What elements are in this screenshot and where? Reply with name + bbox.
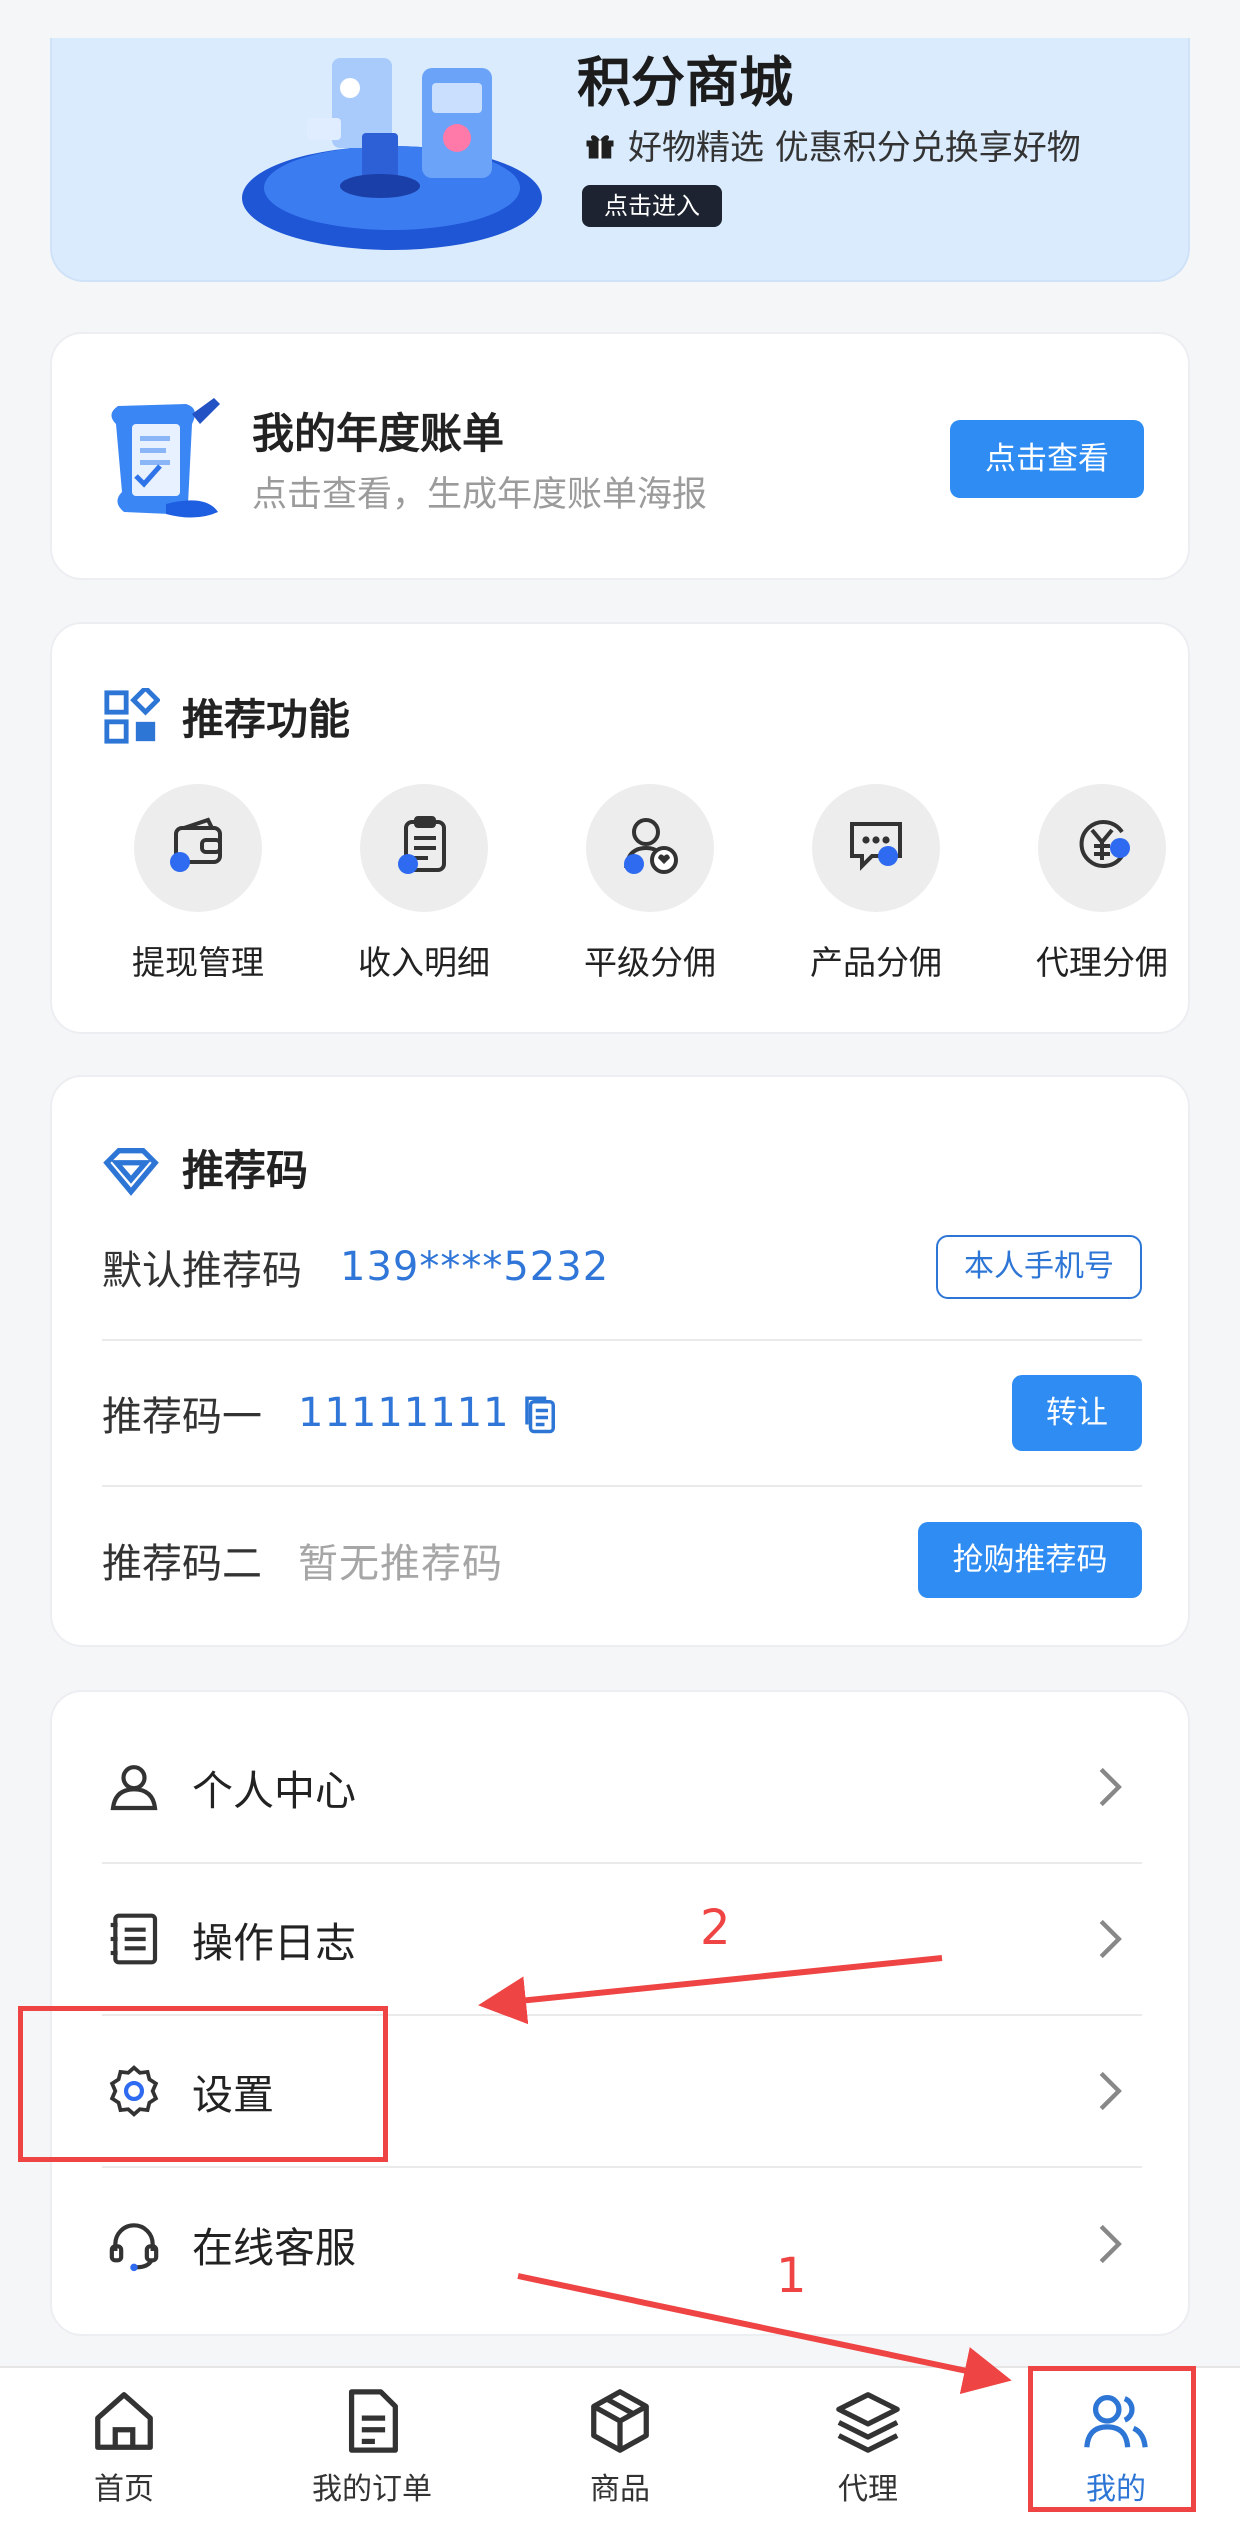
code-two-value: 暂无推荐码 [298, 1541, 503, 1587]
func-agent-commission[interactable]: 代理分佣 [1012, 784, 1192, 984]
copy-icon[interactable] [520, 1391, 562, 1437]
menu-label: 在线客服 [192, 2224, 356, 2272]
func-product-commission[interactable]: 产品分佣 [786, 784, 966, 984]
menu-settings[interactable]: 设置 [102, 2016, 1142, 2168]
user-heart-icon [624, 818, 678, 874]
banner-subtitle: 好物精选 优惠积分兑换享好物 [582, 120, 1081, 169]
func-label: 提现管理 [132, 943, 264, 982]
tab-label: 我的 [1086, 2472, 1146, 2507]
chat-icon [850, 822, 902, 871]
func-icon-bg [1038, 784, 1166, 912]
gift-icon [586, 134, 614, 158]
func-label: 平级分佣 [584, 943, 716, 982]
users-icon [1084, 2395, 1148, 2448]
home-icon [95, 2392, 153, 2450]
bill-title: 我的年度账单 [252, 409, 505, 458]
tab-label: 代理 [838, 2472, 898, 2507]
func-label: 代理分佣 [1036, 943, 1168, 982]
banner-subtitle-text: 好物精选 优惠积分兑换享好物 [628, 128, 1081, 168]
code-one-label: 推荐码一 [102, 1394, 262, 1440]
own-phone-button[interactable]: 本人手机号 [936, 1235, 1142, 1299]
log-icon [110, 1913, 158, 1965]
chevron-right-icon [1099, 2071, 1122, 2111]
recommended-functions-card: 推荐功能 提现管理 收入明细 平级分佣 产品分佣 代理分佣 [50, 622, 1190, 1034]
default-code-label: 默认推荐码 [102, 1248, 302, 1294]
apps-icon [104, 688, 160, 744]
menu-label: 设置 [192, 2071, 274, 2119]
func-label: 收入明细 [358, 943, 490, 982]
transfer-button[interactable]: 转让 [1012, 1375, 1142, 1451]
mall-illustration [242, 58, 542, 250]
func-icon-bg [586, 784, 714, 912]
tab-home[interactable]: 首页 [0, 2368, 248, 2523]
functions-title: 推荐功能 [182, 695, 351, 744]
menu-online-service[interactable]: 在线客服 [102, 2168, 1142, 2320]
enter-button[interactable]: 点击进入 [582, 185, 722, 227]
headset-icon [109, 2223, 159, 2272]
func-income[interactable]: 收入明细 [334, 784, 514, 984]
annual-bill-card: 我的年度账单 点击查看，生成年度账单海报 点击查看 [50, 332, 1190, 580]
tab-agent[interactable]: 代理 [744, 2368, 992, 2523]
code-one-value: 11111111 [298, 1390, 510, 1436]
chevron-right-icon [1099, 2224, 1122, 2264]
tab-label: 商品 [590, 2472, 650, 2507]
menu-personal-center[interactable]: 个人中心 [102, 1712, 1142, 1864]
buy-code-button[interactable]: 抢购推荐码 [918, 1522, 1142, 1598]
func-icon-bg [812, 784, 940, 912]
tab-my-orders[interactable]: 我的订单 [248, 2368, 496, 2523]
clipboard-icon [398, 816, 446, 874]
func-icon-bg [134, 784, 262, 912]
code-two-row: 推荐码二 暂无推荐码 抢购推荐码 [102, 1487, 1142, 1633]
box-icon [591, 2389, 649, 2453]
chevron-right-icon [1099, 1919, 1122, 1959]
tab-label: 首页 [94, 2472, 154, 2507]
yuan-icon [1079, 820, 1130, 868]
default-code-row: 默认推荐码 139****5232 本人手机号 [102, 1195, 1142, 1341]
tab-label: 我的订单 [312, 2472, 432, 2507]
code-one-row: 推荐码一 11111111 转让 [102, 1341, 1142, 1487]
menu-list-card: 个人中心 操作日志 设置 在线客服 [50, 1690, 1190, 2336]
document-icon [348, 2389, 398, 2453]
user-icon [110, 1765, 158, 1811]
diamond-icon [103, 1148, 159, 1196]
func-label: 产品分佣 [810, 943, 942, 982]
menu-operation-log[interactable]: 操作日志 [102, 1864, 1142, 2016]
func-withdraw[interactable]: 提现管理 [108, 784, 288, 984]
page: 积分商城 好物精选 优惠积分兑换享好物 点击进入 我的年度账单 点击查看，生成年… [0, 0, 1240, 2523]
wallet-icon [170, 817, 222, 872]
bill-subtitle: 点击查看，生成年度账单海报 [252, 475, 708, 515]
referral-code-card: 推荐码 默认推荐码 139****5232 本人手机号 推荐码一 1111111… [50, 1075, 1190, 1647]
menu-label: 个人中心 [192, 1767, 356, 1815]
view-bill-button[interactable]: 点击查看 [950, 420, 1144, 498]
code-two-label: 推荐码二 [102, 1541, 262, 1587]
bill-scroll-icon [111, 398, 220, 518]
referral-code-title: 推荐码 [182, 1146, 309, 1195]
bottom-tab-bar: 首页 我的订单 商品 代理 我的 [0, 2366, 1240, 2523]
menu-label: 操作日志 [192, 1919, 356, 1967]
points-mall-banner[interactable]: 积分商城 好物精选 优惠积分兑换享好物 点击进入 [50, 38, 1190, 282]
tab-mine[interactable]: 我的 [992, 2368, 1240, 2523]
gear-icon [109, 2065, 159, 2117]
func-peer-commission[interactable]: 平级分佣 [560, 784, 740, 984]
banner-title: 积分商城 [577, 51, 793, 114]
chevron-right-icon [1099, 1767, 1122, 1807]
func-icon-bg [360, 784, 488, 912]
default-code-value: 139****5232 [340, 1244, 610, 1290]
tab-products[interactable]: 商品 [496, 2368, 744, 2523]
layers-icon [836, 2392, 900, 2453]
